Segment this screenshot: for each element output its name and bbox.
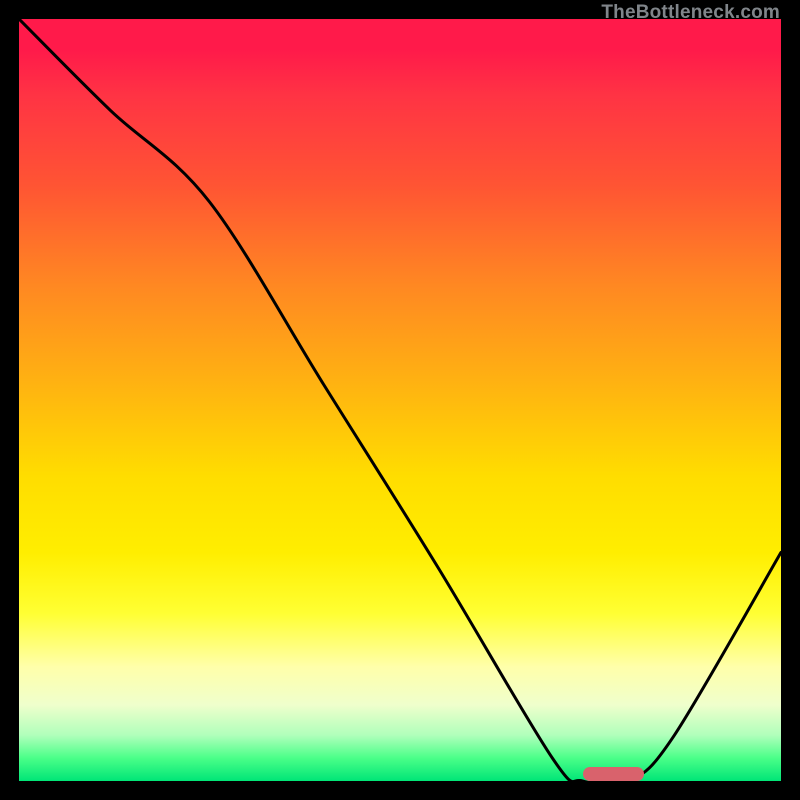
watermark-text: TheBottleneck.com bbox=[601, 2, 780, 24]
chart-container: TheBottleneck.com bbox=[0, 0, 800, 800]
optimal-range-marker bbox=[583, 767, 644, 781]
plot-background-gradient bbox=[19, 19, 781, 781]
